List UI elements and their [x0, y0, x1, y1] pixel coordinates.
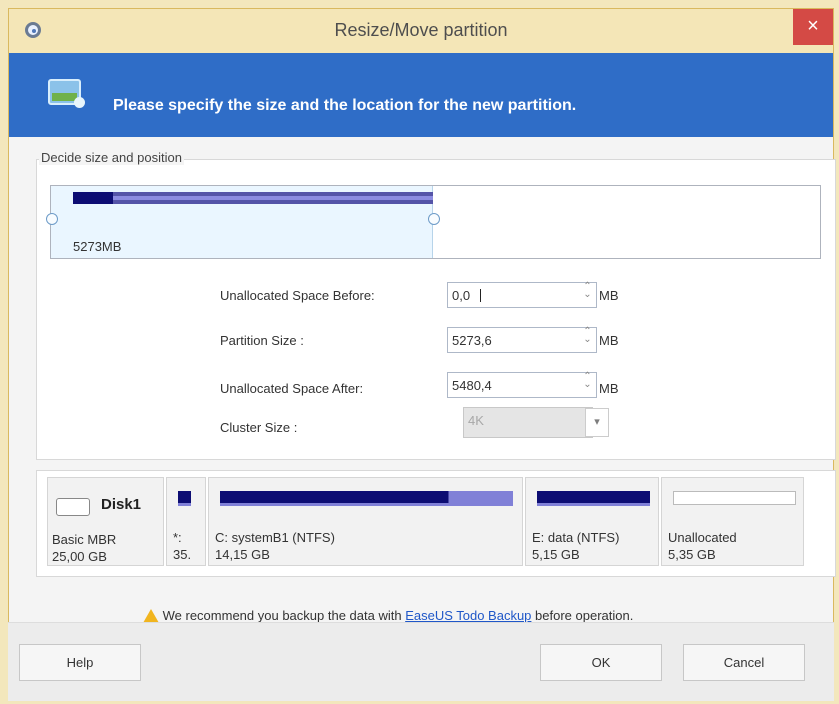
- partition-usage-bar: [73, 192, 433, 204]
- partition-label: *:: [173, 530, 182, 545]
- partition-c[interactable]: C: systemB1 (NTFS) 14,15 GB: [208, 477, 523, 566]
- warning-icon: [143, 609, 159, 623]
- backup-link[interactable]: EaseUS Todo Backup: [405, 608, 531, 623]
- help-button[interactable]: Help: [19, 644, 141, 681]
- unallocated-before-label: Unallocated Space Before:: [220, 288, 375, 303]
- cluster-size-label: Cluster Size :: [220, 420, 298, 435]
- cancel-button[interactable]: Cancel: [683, 644, 805, 681]
- free-space-bar: [113, 196, 433, 200]
- partition-size: 5,35 GB: [668, 547, 716, 562]
- unallocated-bar: [673, 491, 796, 505]
- disk-map-strip: Disk1 Basic MBR 25,00 GB *: 35. C: syste…: [36, 470, 836, 577]
- partition-size-input[interactable]: 5273,6 ⌃ ⌄: [447, 327, 597, 353]
- cluster-size-select[interactable]: 4K: [463, 407, 593, 438]
- partition-size-label: Partition Size :: [220, 333, 304, 348]
- disk-type: Basic MBR: [52, 532, 117, 547]
- disk-info[interactable]: Disk1 Basic MBR 25,00 GB: [47, 477, 164, 566]
- partition-size-label: 5273MB: [73, 239, 122, 254]
- warning-text-before: We recommend you backup the data with: [162, 608, 406, 623]
- group-label: Decide size and position: [39, 150, 184, 165]
- banner-text: Please specify the size and the location…: [113, 97, 577, 114]
- unallocated-before-unit: MB: [599, 288, 619, 303]
- size-position-group: Decide size and position 5273MB Unalloca…: [36, 150, 836, 460]
- ok-button[interactable]: OK: [540, 644, 662, 681]
- cluster-size-value: 4K: [468, 413, 484, 428]
- partition-e[interactable]: E: data (NTFS) 5,15 GB: [525, 477, 659, 566]
- partition-label: C: systemB1 (NTFS): [215, 530, 335, 545]
- partition-unallocated[interactable]: Unallocated 5,35 GB: [661, 477, 804, 566]
- instruction-banner: Please specify the size and the location…: [9, 53, 833, 137]
- unallocated-before-input[interactable]: 0,0 ⌃ ⌄: [447, 282, 597, 308]
- spinner-icon[interactable]: ⌃ ⌄: [582, 282, 593, 309]
- used-space-bar: [73, 192, 113, 204]
- right-resize-handle[interactable]: [428, 213, 440, 225]
- dialog-footer: Help OK Cancel: [8, 622, 834, 701]
- partition-label: Unallocated: [668, 530, 737, 545]
- partition-size-value: 5273,6: [452, 333, 492, 348]
- unallocated-after-value: 5480,4: [452, 378, 492, 393]
- disk-icon: [56, 498, 90, 516]
- window-title: Resize/Move partition: [334, 20, 508, 40]
- chevron-down-icon[interactable]: ▾: [585, 408, 609, 437]
- unallocated-after-unit: MB: [599, 381, 619, 396]
- partition-size-unit: MB: [599, 333, 619, 348]
- partition-c-bar: [220, 491, 513, 506]
- partition-layout-map[interactable]: 5273MB: [46, 185, 821, 259]
- unallocated-after-input[interactable]: 5480,4 ⌃ ⌄: [447, 372, 597, 398]
- partition-small[interactable]: *: 35.: [166, 477, 206, 566]
- left-resize-handle[interactable]: [46, 213, 58, 225]
- selected-partition-area[interactable]: 5273MB: [46, 186, 440, 258]
- warning-text-after: before operation.: [531, 608, 634, 623]
- partition-label: E: data (NTFS): [532, 530, 620, 545]
- disk-size: 25,00 GB: [52, 549, 107, 564]
- unallocated-before-value: 0,0: [452, 288, 471, 303]
- partition-size: 35.: [173, 547, 192, 562]
- text-cursor: [480, 289, 481, 302]
- spinner-icon[interactable]: ⌃ ⌄: [582, 327, 593, 354]
- partition-e-bar: [537, 491, 650, 506]
- disk-name: Disk1: [101, 496, 142, 513]
- backup-recommendation: We recommend you backup the data with Ea…: [143, 608, 633, 623]
- spinner-icon[interactable]: ⌃ ⌄: [582, 372, 593, 399]
- close-button[interactable]: ×: [793, 9, 833, 45]
- partition-size: 14,15 GB: [215, 547, 270, 562]
- resize-move-dialog: Resize/Move partition × Please specify t…: [8, 8, 836, 700]
- partition-image-icon: [48, 79, 85, 108]
- title-bar[interactable]: Resize/Move partition ×: [9, 9, 833, 53]
- partition-size: 5,15 GB: [532, 547, 580, 562]
- unallocated-after-label: Unallocated Space After:: [220, 381, 364, 396]
- partition-small-bar: [178, 491, 191, 506]
- disk-meta: Basic MBR 25,00 GB: [52, 531, 116, 565]
